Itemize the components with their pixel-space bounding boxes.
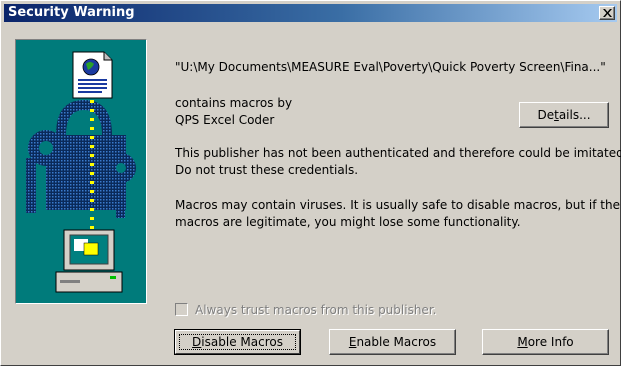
always-trust-checkbox [175,303,188,316]
title-bar[interactable]: Security Warning [4,4,617,22]
virus-warning-line1: Macros may contain viruses. It is usuall… [175,198,620,212]
authentication-warning-line2: Do not trust these credentials. [175,163,359,177]
padlock-keys-icon [26,100,136,218]
contains-macros-label: contains macros by [175,96,293,110]
close-button[interactable] [599,6,615,20]
publisher-name: QPS Excel Coder [175,113,275,127]
file-path-text: "U:\My Documents\MEASURE Eval\Poverty\Qu… [175,60,606,74]
more-info-button[interactable]: More Info [482,329,609,355]
computer-icon [55,229,123,293]
virus-warning-line2: macros are legitimate, you might lose so… [175,215,521,229]
dialog-title: Security Warning [8,5,135,20]
security-illustration-panel [15,39,147,304]
close-icon [603,9,612,17]
disable-macros-button[interactable]: Disable Macros [174,329,301,355]
document-globe-icon [72,51,113,99]
always-trust-label: Always trust macros from this publisher. [195,303,437,317]
security-warning-dialog: Security Warning "U:\My Documents\MEASUR… [0,0,621,366]
enable-macros-button[interactable]: Enable Macros [329,329,456,355]
authentication-warning-line1: This publisher has not been authenticate… [175,146,621,160]
details-button[interactable]: Details... [519,102,609,128]
